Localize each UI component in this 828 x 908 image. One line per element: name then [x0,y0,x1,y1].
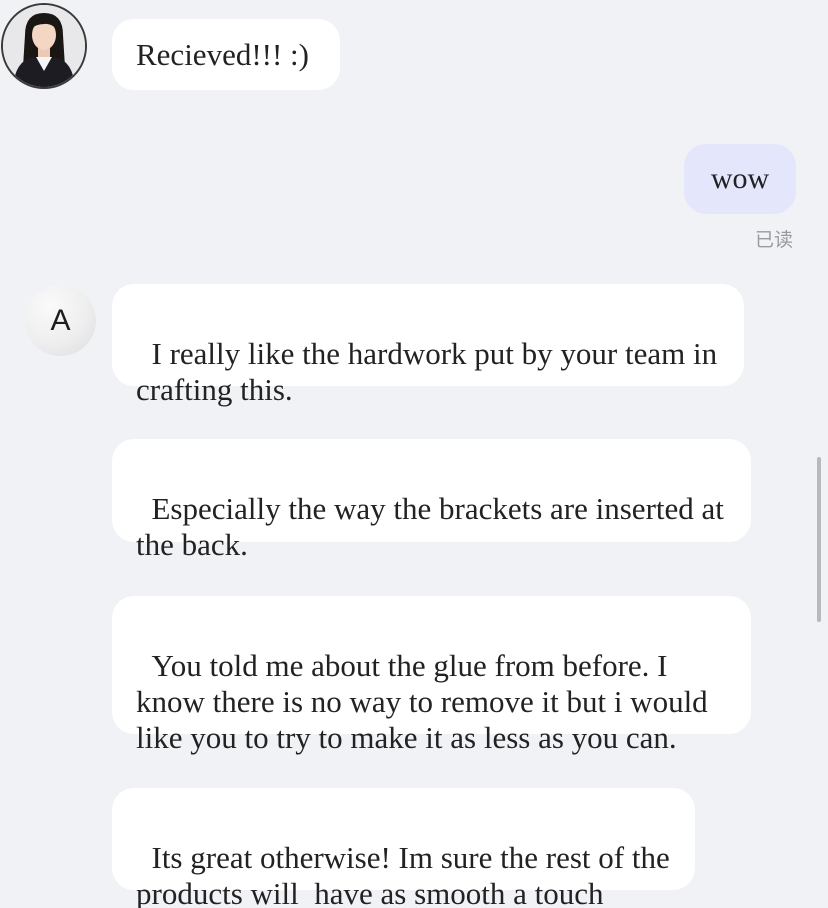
person-photo-icon [3,5,85,87]
message-bubble[interactable]: Especially the way the brackets are inse… [112,439,751,562]
message-text: Especially the way the brackets are inse… [136,491,732,562]
message-text: wow [710,162,770,195]
sender-letter-avatar[interactable]: A [25,285,96,356]
avatar-letter: A [50,303,71,337]
message-text: You told me about the glue from before. … [136,648,716,755]
sender-photo-avatar[interactable] [1,3,87,89]
message-text: Its great otherwise! Im sure the rest of… [136,840,678,908]
message-text: I really like the hardwork put by your t… [136,336,725,407]
outgoing-message-bubble[interactable]: wow [684,144,796,214]
scrollbar-thumb[interactable] [817,457,821,622]
message-bubble[interactable]: You told me about the glue from before. … [112,596,751,755]
read-status: 已读 [755,229,794,251]
message-bubble[interactable]: Recieved!!! :) [112,19,340,90]
message-text: Recieved!!! :) [136,36,309,72]
message-bubble[interactable]: Its great otherwise! Im sure the rest of… [112,788,695,908]
message-bubble[interactable]: I really like the hardwork put by your t… [112,284,744,407]
